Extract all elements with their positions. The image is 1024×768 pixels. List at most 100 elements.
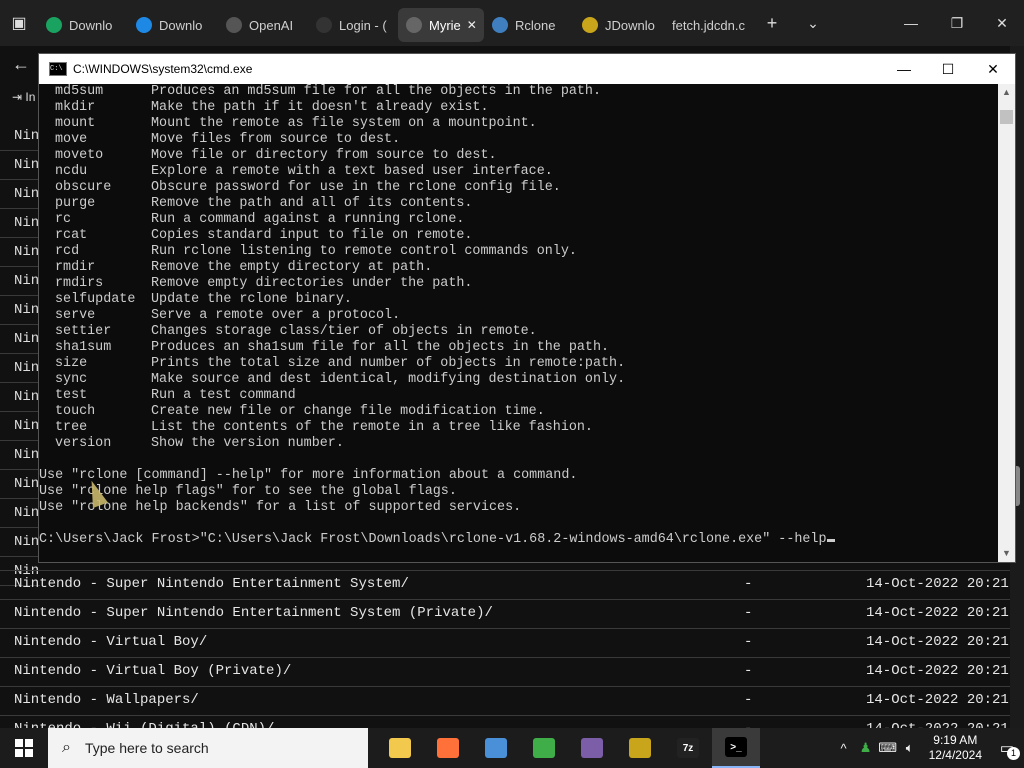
tab-3[interactable]: Login - ( xyxy=(308,8,398,42)
command-description: Mount the remote as file system on a mou… xyxy=(151,116,537,131)
login-link[interactable]: ⇥ In xyxy=(12,90,35,104)
cmd-scrollbar-thumb[interactable] xyxy=(1000,110,1013,124)
cmd-minimize-button[interactable]: — xyxy=(881,54,927,84)
cmd-maximize-button[interactable]: ☐ xyxy=(925,54,971,84)
network-icon[interactable]: ⌨ xyxy=(877,740,899,756)
taskbar-app-2[interactable] xyxy=(472,728,520,768)
start-button[interactable] xyxy=(0,728,48,768)
console-output[interactable]: md5sum Produces an md5sum file for all th… xyxy=(39,84,999,562)
command-name: settier xyxy=(55,324,112,339)
new-tab-button[interactable]: + xyxy=(754,13,790,34)
people-tray-icon[interactable]: ♟ xyxy=(855,740,877,756)
row-name-link[interactable]: Nintendo - Super Nintendo Entertainment … xyxy=(14,600,493,627)
list-item-partial[interactable]: Nin xyxy=(0,325,40,354)
command-name: rc xyxy=(55,212,72,227)
text-cursor xyxy=(826,539,835,542)
list-item-partial[interactable]: Nin xyxy=(0,151,40,180)
list-item-partial[interactable]: Nin xyxy=(0,296,40,325)
back-arrow-icon[interactable]: ← xyxy=(12,54,30,75)
tab-7[interactable]: fetch.jdcdn.c xyxy=(664,8,754,42)
command-description: Make the path if it doesn't already exis… xyxy=(151,100,489,115)
tray-chevron-icon[interactable]: ^ xyxy=(833,741,855,756)
green-circle-icon xyxy=(46,17,62,33)
windows-logo-icon xyxy=(15,739,33,757)
row-name-link[interactable]: Nintendo - Virtual Boy/ xyxy=(14,629,207,656)
command-description: Run rclone listening to remote control c… xyxy=(151,244,577,259)
list-item-partial[interactable]: Nin xyxy=(0,383,40,412)
search-icon: ⌕ xyxy=(62,739,71,756)
taskbar-app-7[interactable]: >_ xyxy=(712,728,760,768)
command-name: serve xyxy=(55,308,96,323)
people-icon xyxy=(533,738,555,758)
command-name: sync xyxy=(55,372,88,387)
taskbar-app-0[interactable] xyxy=(376,728,424,768)
taskbar-app-3[interactable] xyxy=(520,728,568,768)
loading-icon xyxy=(406,17,422,33)
tab-4[interactable]: Myrie ✕ xyxy=(398,8,484,42)
cmd-close-button[interactable]: ✕ xyxy=(970,54,1016,84)
clock[interactable]: 9:19 AM 12/4/2024 xyxy=(929,733,982,763)
cmd-scrollbar[interactable]: ▲ ▼ xyxy=(998,84,1015,562)
command-description: Prints the total size and number of obje… xyxy=(151,356,626,371)
row-name-link[interactable]: Nintendo - Virtual Boy (Private)/ xyxy=(14,658,291,685)
scroll-up-arrow-icon[interactable]: ▲ xyxy=(998,84,1015,101)
browser-restore-button[interactable]: ❐ xyxy=(934,0,980,46)
command-description: Make source and dest identical, modifyin… xyxy=(151,372,626,387)
close-tab-icon[interactable]: ✕ xyxy=(467,18,477,32)
list-item-partial[interactable]: Nin xyxy=(0,354,40,383)
command-description: Update the rclone binary. xyxy=(151,292,352,307)
list-item-partial[interactable]: Nin xyxy=(0,180,40,209)
console-help-line: Use "rclone help flags" for to see the g… xyxy=(39,484,457,499)
command-description: Serve a remote over a protocol. xyxy=(151,308,401,323)
row-name-link[interactable]: Nintendo - Wallpapers/ xyxy=(14,687,199,714)
list-item-partial[interactable]: Nin xyxy=(0,238,40,267)
row-date: 14-Oct-2022 20:21 xyxy=(866,663,1009,679)
list-item-partial[interactable]: Nin xyxy=(0,528,40,557)
volume-icon[interactable]: 🔈︎ xyxy=(899,740,921,756)
tab-5[interactable]: Rclone xyxy=(484,8,574,42)
table-row: Nintendo - Super Nintendo Entertainment … xyxy=(0,599,1010,628)
list-item-partial[interactable]: Nin xyxy=(0,122,40,151)
browser-close-button[interactable]: ✕ xyxy=(980,0,1024,46)
list-item-partial[interactable]: Nin xyxy=(0,441,40,470)
command-name: sha1sum xyxy=(55,340,112,355)
list-item-partial[interactable]: Nin xyxy=(0,470,40,499)
tab-2[interactable]: OpenAI xyxy=(218,8,308,42)
list-item-partial[interactable]: Nin xyxy=(0,267,40,296)
tab-0[interactable]: Downlo xyxy=(38,8,128,42)
console-command-line: rmdirs Remove empty directories under the… xyxy=(39,276,999,292)
browser-minimize-button[interactable]: — xyxy=(888,0,934,46)
workspaces-icon[interactable]: ▣ xyxy=(0,0,38,46)
row-name-link[interactable]: Nintendo - Super Nintendo Entertainment … xyxy=(14,571,409,598)
openai-icon xyxy=(226,17,242,33)
tab-1[interactable]: Downlo xyxy=(128,8,218,42)
table-row: Nintendo - Wallpapers/ - 14-Oct-2022 20:21 xyxy=(0,686,1010,715)
cmd-titlebar[interactable]: C:\ C:\WINDOWS\system32\cmd.exe — ☐ ✕ xyxy=(39,54,1015,84)
command-description: Create new file or change file modificat… xyxy=(151,404,545,419)
console-command-line: move Move files from source to dest. xyxy=(39,132,999,148)
command-description: Changes storage class/tier of objects in… xyxy=(151,324,537,339)
taskbar-app-4[interactable] xyxy=(568,728,616,768)
search-input[interactable] xyxy=(82,739,337,757)
notification-button[interactable]: ▭ 1 xyxy=(990,728,1024,768)
list-item-partial[interactable]: Nin xyxy=(0,209,40,238)
list-item-partial[interactable]: Nin xyxy=(0,412,40,441)
taskbar-app-1[interactable] xyxy=(424,728,472,768)
tab-list-chevron-icon[interactable]: ⌄ xyxy=(790,15,836,32)
command-name: rmdir xyxy=(55,260,96,275)
scroll-down-arrow-icon[interactable]: ▼ xyxy=(998,545,1015,562)
tab-6[interactable]: JDownlo xyxy=(574,8,664,42)
command-name: selfupdate xyxy=(55,292,136,307)
taskbar-app-6[interactable]: 7z xyxy=(664,728,712,768)
news-icon xyxy=(485,738,507,758)
tab-label: Downlo xyxy=(159,17,203,33)
taskbar-app-5[interactable] xyxy=(616,728,664,768)
command-name: moveto xyxy=(55,148,104,163)
taskbar-search[interactable]: ⌕ xyxy=(48,728,368,768)
console-command-line: size Prints the total size and number of … xyxy=(39,356,999,372)
console-command-line: moveto Move file or directory from source… xyxy=(39,148,999,164)
notification-badge: 1 xyxy=(1007,747,1020,760)
list-item-partial[interactable]: Nin xyxy=(0,499,40,528)
tab-label: Downlo xyxy=(69,17,113,33)
login-label: In xyxy=(25,90,36,104)
